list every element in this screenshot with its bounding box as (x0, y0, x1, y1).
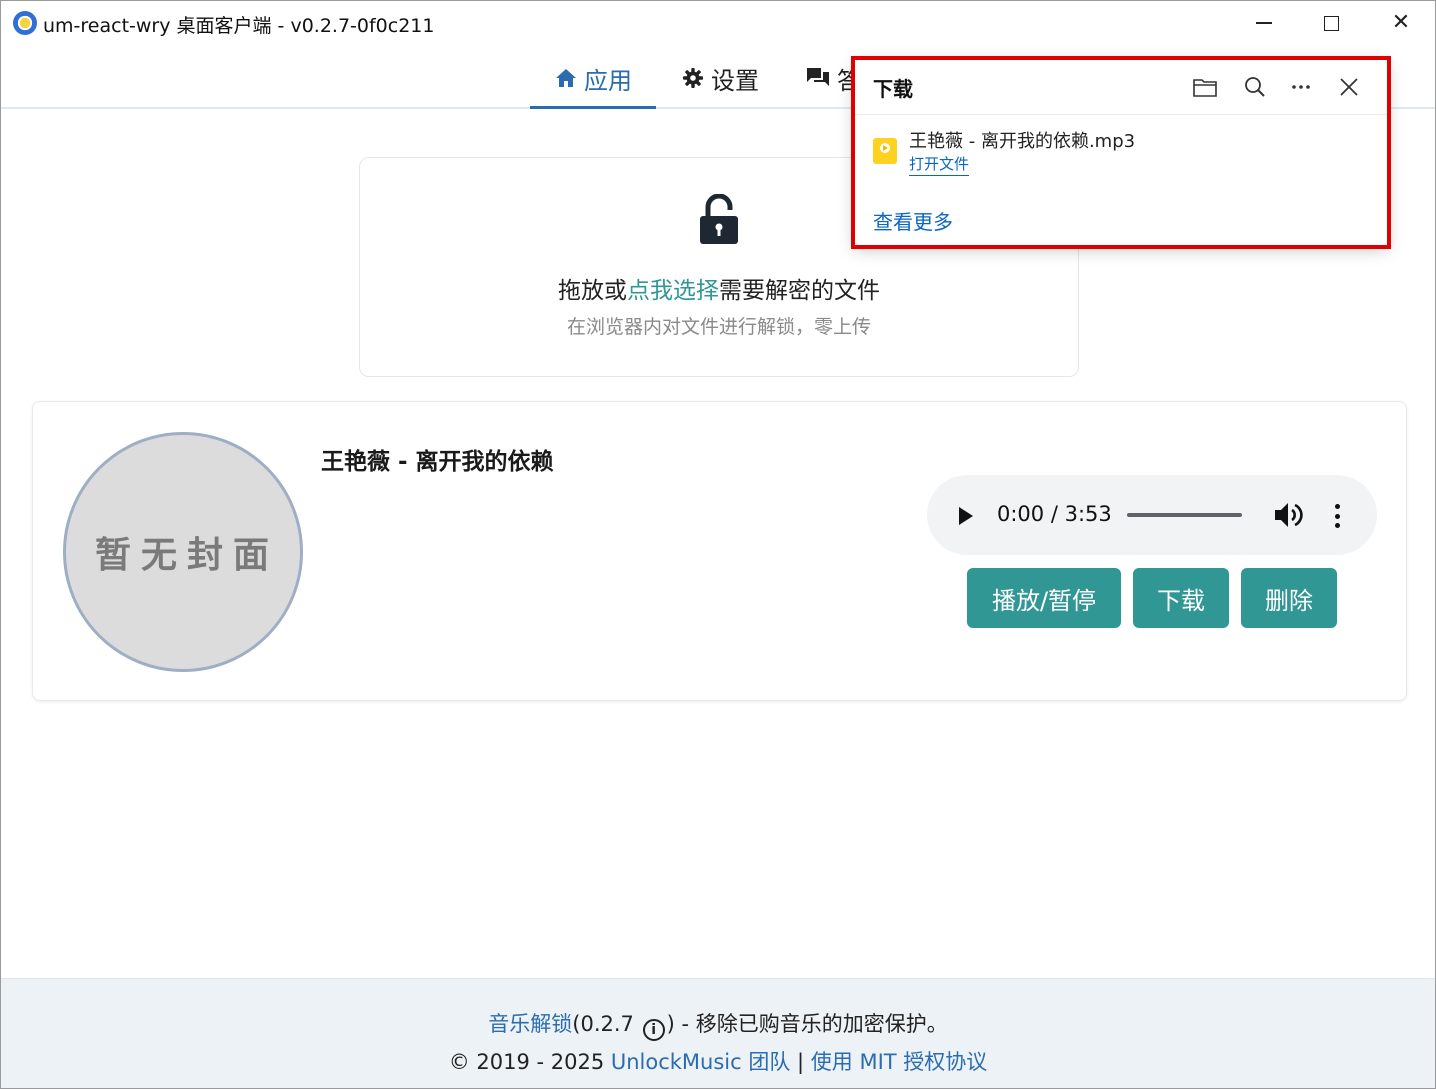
footer-separator: | (790, 1050, 811, 1074)
audio-player: 0:00 / 3:53 (927, 475, 1377, 555)
playback-time: 0:00 / 3:53 (997, 502, 1112, 526)
minimize-button[interactable] (1234, 1, 1294, 45)
footer-copyright: © 2019 - 2025 (448, 1050, 611, 1074)
footer: 音乐解锁(0.2.7 i) - 移除已购音乐的加密保护。 © 2019 - 20… (1, 978, 1435, 1088)
minimize-icon (1256, 22, 1272, 24)
tab-apps[interactable]: 应用 (530, 49, 656, 109)
drop-zone-prefix: 拖放或 (558, 278, 627, 304)
open-file-link[interactable]: 打开文件 (909, 153, 970, 176)
tab-apps-label: 应用 (584, 66, 632, 95)
unlock-icon (700, 194, 738, 244)
maximize-button[interactable] (1301, 1, 1361, 45)
select-file-link[interactable]: 点我选择 (627, 278, 719, 304)
app-logo-icon (13, 11, 37, 35)
footer-line-1: 音乐解锁(0.2.7 i) - 移除已购音乐的加密保护。 (1, 1008, 1435, 1041)
title-bar: um-react-wry 桌面客户端 - v0.2.7-0f0c211 ✕ (1, 1, 1435, 45)
album-cover-placeholder: 暂无封面 (63, 432, 303, 672)
footer-line-2: © 2019 - 2025 UnlockMusic 团队 | 使用 MIT 授权… (1, 1046, 1435, 1076)
cover-placeholder-text: 暂无封面 (94, 535, 279, 576)
more-options-icon[interactable] (1333, 504, 1341, 528)
search-icon[interactable] (1241, 73, 1269, 101)
see-more-link[interactable]: 查看更多 (873, 206, 953, 235)
close-icon: ✕ (1391, 10, 1411, 35)
tab-faq[interactable]: 答 (807, 49, 861, 107)
home-icon (556, 69, 576, 87)
song-title: 王艳薇 - 离开我的依赖 (321, 449, 554, 475)
footer-version: (0.2.7 (572, 1012, 634, 1036)
drop-zone-subtitle: 在浏览器内对文件进行解锁，零上传 (566, 316, 871, 338)
drop-zone-instruction: 拖放或点我选择需要解密的文件 (360, 271, 1078, 305)
delete-button[interactable]: 删除 (1241, 568, 1337, 628)
window-title: um-react-wry 桌面客户端 - v0.2.7-0f0c211 (43, 15, 435, 37)
folder-icon[interactable] (1191, 73, 1219, 101)
play-icon[interactable] (959, 507, 973, 525)
mp3-file-icon (873, 138, 897, 164)
play-pause-button[interactable]: 播放/暂停 (967, 568, 1121, 628)
downloads-popup: 下载 王艳薇 - 离开我的依赖.mp3 打开文件 查看更多 (855, 60, 1387, 245)
volume-icon[interactable] (1275, 502, 1303, 528)
close-icon[interactable] (1335, 73, 1363, 101)
more-icon[interactable] (1287, 73, 1315, 101)
downloads-title: 下载 (873, 77, 913, 101)
drop-zone-suffix: 需要解密的文件 (719, 278, 880, 304)
team-link[interactable]: UnlockMusic 团队 (611, 1050, 791, 1074)
footer-version-close: ) (666, 1012, 675, 1036)
download-button[interactable]: 下载 (1133, 568, 1229, 628)
info-icon[interactable]: i (642, 1019, 665, 1041)
license-link[interactable]: 使用 MIT 授权协议 (811, 1050, 988, 1074)
tab-settings-label: 设置 (711, 66, 759, 95)
app-name-link[interactable]: 音乐解锁 (488, 1012, 572, 1036)
close-window-button[interactable]: ✕ (1371, 1, 1431, 45)
tab-settings[interactable]: 设置 (683, 49, 759, 107)
chat-icon (807, 68, 829, 86)
download-filename[interactable]: 王艳薇 - 离开我的依赖.mp3 (909, 127, 1135, 153)
footer-description: - 移除已购音乐的加密保护。 (674, 1012, 948, 1036)
seek-slider[interactable] (1127, 513, 1242, 517)
gear-icon (683, 68, 703, 88)
downloads-header: 下载 (855, 60, 1387, 115)
maximize-icon (1323, 15, 1339, 31)
song-card: 暂无封面 王艳薇 - 离开我的依赖 0:00 / 3:53 播放/暂停 下载 删… (32, 401, 1407, 701)
